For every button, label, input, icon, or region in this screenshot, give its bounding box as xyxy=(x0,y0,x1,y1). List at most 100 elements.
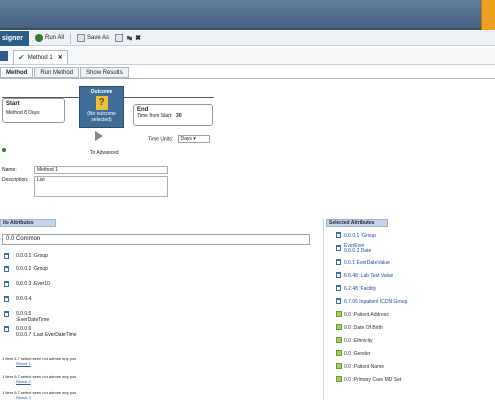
attribute-label: 0.0.0.1 :Group xyxy=(16,253,48,259)
attribute-label: 0.0.0.2 :Group xyxy=(16,266,48,272)
end-time-label: Time from Start: xyxy=(137,113,173,119)
list-item[interactable]: 0.0 :Patient Address xyxy=(336,310,486,323)
tab-label: Method 1 xyxy=(27,54,53,61)
end-node[interactable]: End Time from Start: 30 xyxy=(133,104,213,126)
demographic-icon xyxy=(336,350,342,356)
save-as-button[interactable]: Save As xyxy=(77,34,109,42)
note-link[interactable]: Result 1 xyxy=(2,361,152,366)
list-item[interactable]: 6.2.48 :Facility xyxy=(336,284,486,297)
list-item[interactable]: 0.0.0.2 :Group xyxy=(4,265,304,278)
time-units-select[interactable]: Days ▾ xyxy=(177,135,210,143)
method-flow-diagram: Start Method 8 Days Outcome ? (No outcom… xyxy=(0,82,220,156)
end-time-value: 30 xyxy=(176,113,182,119)
list-item[interactable]: EverEver 0.0.0.2 Date xyxy=(336,244,486,258)
name-label: Name: xyxy=(2,167,17,173)
list-item[interactable]: 6.7.06 Inpatient ICDN Group xyxy=(336,297,486,310)
list-item[interactable]: 0.0.0.4 xyxy=(4,295,304,308)
attribute-note: 1 Item 6.7 select seen not admire any po… xyxy=(2,390,152,400)
attribute-label: 0.0.1 EverDateValue xyxy=(344,260,390,266)
header-corner-accent xyxy=(481,0,495,30)
check-icon: ✔ xyxy=(18,53,25,62)
attribute-icon xyxy=(336,259,341,265)
designer-tab[interactable]: signer xyxy=(0,30,30,46)
available-attributes-list: 0.0.0.1 :Group 0.0.0.2 :Group 0.0.0.3 :E… xyxy=(4,252,304,340)
run-all-icon xyxy=(35,34,44,42)
panel-divider xyxy=(323,219,324,400)
to-advanced-link[interactable]: To Advanced xyxy=(90,150,119,156)
attribute-icon xyxy=(4,311,9,317)
attribute-label: 0.0.0.4 xyxy=(16,296,32,302)
main-toolbar: signer Run All Save As ↹ ✖ xyxy=(0,30,495,46)
attribute-icon xyxy=(336,285,341,291)
list-item[interactable]: 0.0.1 EverDateValue xyxy=(336,258,486,271)
list-item[interactable]: 0.0.0.3 :Ever10 xyxy=(4,280,304,293)
outcome-title: Outcome xyxy=(90,89,113,95)
timeline-origin-dot xyxy=(2,148,6,152)
time-units-label: Time Units: xyxy=(148,136,174,143)
start-subtitle: Method 8 Days xyxy=(6,110,40,116)
save-as-label: Save As xyxy=(87,35,110,41)
tab-method-1[interactable]: ✔ Method 1 ✕ xyxy=(13,50,68,64)
attribute-label: 0.0 :Ethnicity xyxy=(344,338,373,344)
demographic-icon xyxy=(336,363,342,369)
run-all-label: Run All xyxy=(45,35,65,41)
attribute-label: 0.0 :Date Of Birth xyxy=(344,325,383,331)
attribute-label: EverEver 0.0.0.2 Date xyxy=(344,243,372,254)
list-item[interactable]: 0.0 :Gender xyxy=(336,349,486,362)
attribute-icon xyxy=(4,281,9,287)
note-link[interactable]: Result 3 xyxy=(2,395,152,400)
tab-method[interactable]: Method xyxy=(0,67,34,78)
selected-attributes-list: 0.0.0.1 :Group EverEver 0.0.0.2 Date 0.0… xyxy=(336,231,486,388)
attribute-icon xyxy=(4,253,9,259)
question-icon: ? xyxy=(95,96,108,110)
note-text: 1 Item 6.7 select seen not admire any po… xyxy=(2,390,77,395)
document-tab-strip: ✔ Method 1 ✕ xyxy=(0,48,495,65)
list-item[interactable]: 0.0 :Date Of Birth xyxy=(336,323,486,336)
demographic-icon xyxy=(336,376,342,382)
list-item[interactable]: 0.0 :Ethnicity xyxy=(336,336,486,349)
name-input[interactable]: Method 1 xyxy=(34,166,168,174)
run-all-button[interactable]: Run All xyxy=(35,34,64,42)
attribute-icon xyxy=(336,298,341,304)
tab-strip-marker xyxy=(0,51,8,61)
attribute-icon xyxy=(4,266,9,272)
demographic-icon xyxy=(336,324,342,330)
list-item[interactable]: 0.0.0.5 :EverDateTime xyxy=(4,310,304,325)
outcome-node[interactable]: Outcome ? (No outcome selected) xyxy=(79,86,124,128)
attribute-label: 0.0.0.5 :EverDateTime xyxy=(16,311,50,323)
description-input[interactable]: List xyxy=(34,176,168,197)
save-as-icon xyxy=(77,34,86,42)
note-link[interactable]: Result 2 xyxy=(2,379,152,384)
attribute-icon xyxy=(336,245,341,251)
save-icon[interactable] xyxy=(115,34,125,42)
time-units-control: Time Units: Days ▾ xyxy=(148,135,210,143)
attribute-label: 6.6.48 :Lab Test Value xyxy=(344,273,394,279)
play-arrow-icon[interactable] xyxy=(95,131,103,141)
attribute-label: 0.0.0.6 0.0.0.7 :Last EverDateTime xyxy=(16,326,77,338)
description-label: Description: xyxy=(2,177,29,183)
list-item[interactable]: 0.0.0.1 :Group xyxy=(4,252,304,265)
tab-run-method[interactable]: Run Method xyxy=(34,67,80,78)
demographic-icon xyxy=(336,311,342,317)
sub-tab-divider xyxy=(0,78,495,79)
tab-show-results[interactable]: Show Results xyxy=(80,67,129,78)
attribute-note: 1 Item 6.7 select seen not admire any po… xyxy=(2,374,152,384)
attribute-note: 1 Item 6.7 select seen not admire any po… xyxy=(2,356,152,366)
close-icon[interactable]: ✕ xyxy=(58,54,63,61)
start-node[interactable]: Start Method 8 Days xyxy=(2,98,65,123)
note-text: 1 Item 6.7 select seen not admire any po… xyxy=(2,374,77,379)
list-item[interactable]: 0.0 :Patient Name xyxy=(336,362,486,375)
list-item[interactable]: 0.0 :Primary Care MD Set xyxy=(336,375,486,388)
selected-attributes-header: Selected Attributes xyxy=(326,219,388,227)
delete-icon[interactable]: ✖ xyxy=(135,34,141,42)
attribute-label: 6.7.06 Inpatient ICDN Group xyxy=(344,299,408,305)
list-item[interactable]: 0.0.0.6 0.0.0.7 :Last EverDateTime xyxy=(4,325,304,340)
attribute-label: 0.0 :Patient Name xyxy=(344,364,385,370)
export-icon[interactable]: ↹ xyxy=(127,35,132,42)
outcome-subtitle: (No outcome selected) xyxy=(87,111,116,123)
list-item[interactable]: 6.6.48 :Lab Test Value xyxy=(336,271,486,284)
method-sub-tabs: Method Run Method Show Results xyxy=(0,67,495,78)
attribute-label: 6.2.48 :Facility xyxy=(344,286,377,292)
note-text: 1 Item 6.7 select seen not admire any po… xyxy=(2,356,77,361)
attribute-search-input[interactable]: 0.0 Common xyxy=(2,234,310,245)
